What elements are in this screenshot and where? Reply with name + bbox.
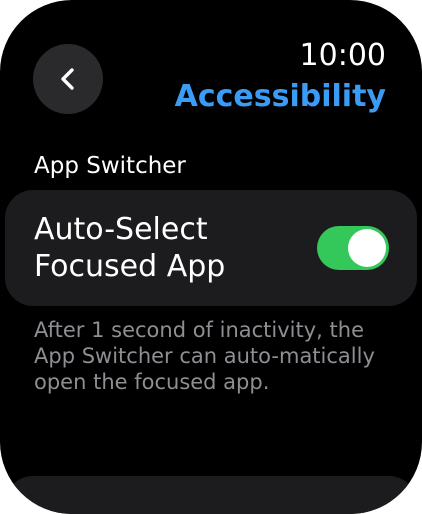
auto-select-setting-row[interactable]: Auto-Select Focused App: [5, 190, 417, 306]
chevron-left-icon: [61, 68, 74, 90]
watch-screen: 10:00 Accessibility App Switcher Auto-Se…: [0, 0, 422, 514]
setting-label: Auto-Select Focused App: [34, 211, 284, 285]
section-header: App Switcher: [34, 153, 186, 179]
page-title: Accessibility: [174, 79, 386, 114]
setting-footnote: After 1 second of inactivity, the App Sw…: [34, 318, 375, 394]
auto-select-toggle[interactable]: [317, 226, 389, 270]
back-button[interactable]: [33, 44, 103, 114]
status-time: 10:00: [299, 38, 386, 73]
setting-label-line2: Focused App: [34, 249, 226, 284]
toggle-knob: [348, 229, 386, 267]
next-setting-card: [5, 476, 417, 514]
setting-label-line1: Auto-Select: [34, 212, 208, 247]
